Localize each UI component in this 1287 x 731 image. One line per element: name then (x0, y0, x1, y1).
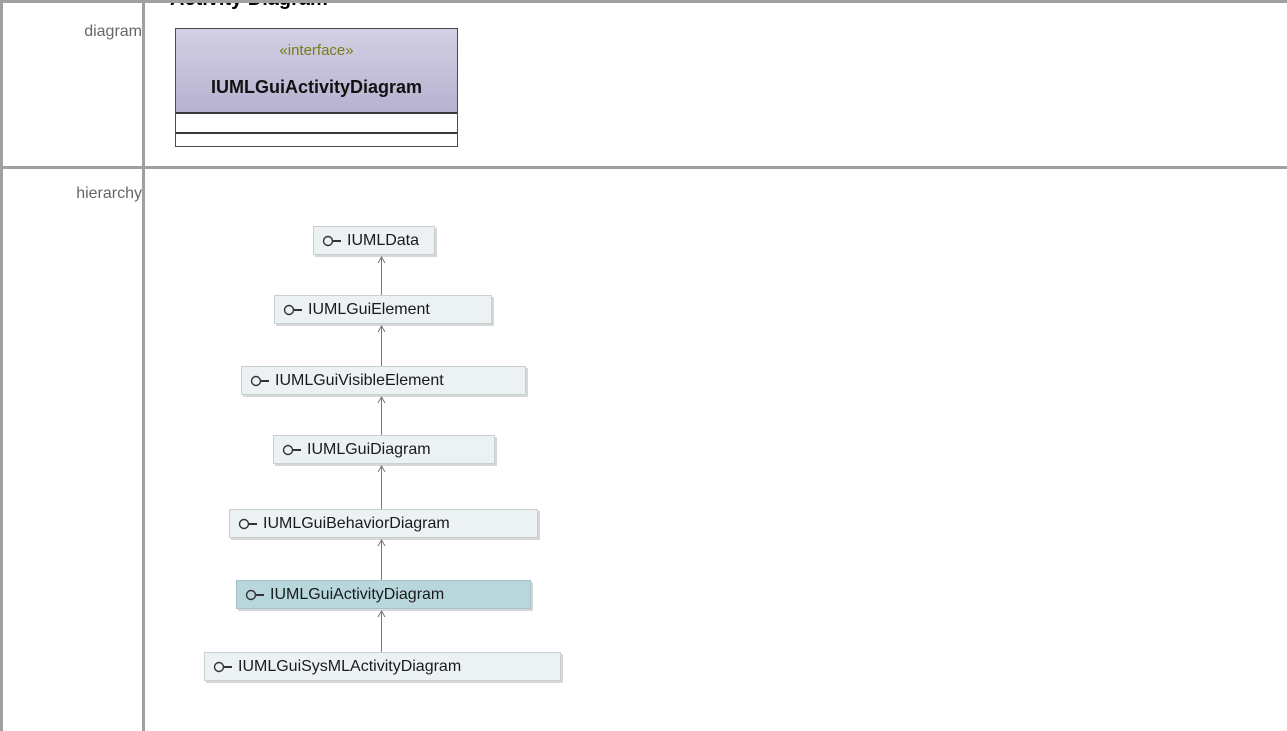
hierarchy-node-label: IUMLGuiSysMLActivityDiagram (238, 658, 462, 675)
generalization-arrow (377, 539, 386, 580)
hierarchy-node-label: IUMLData (347, 232, 420, 249)
hierarchy-node[interactable]: IUMLGuiDiagram (273, 435, 495, 464)
hierarchy-node-label: IUMLGuiVisibleElement (275, 372, 444, 389)
hierarchy-node-label: IUMLGuiBehaviorDiagram (263, 515, 450, 532)
hierarchy-node[interactable]: IUMLGuiBehaviorDiagram (229, 509, 538, 538)
interface-lollipop-icon (322, 235, 341, 247)
generalization-arrow (377, 465, 386, 509)
diagram-row-label: diagram (84, 23, 142, 40)
hierarchy-node[interactable]: IUMLGuiElement (274, 295, 492, 324)
hierarchy-node-label: IUMLGuiActivityDiagram (270, 586, 445, 603)
interface-lollipop-icon (213, 661, 232, 673)
column-separator (142, 0, 145, 731)
interface-lollipop-icon (283, 304, 302, 316)
generalization-arrow (377, 256, 386, 295)
hierarchy-node[interactable]: IUMLGuiSysMLActivityDiagram (204, 652, 561, 681)
interface-lollipop-icon (282, 444, 301, 456)
table-left-border (0, 0, 3, 731)
interface-name: IUMLGuiActivityDiagram (210, 77, 423, 97)
interface-header: «interface» IUMLGuiActivityDiagram (176, 29, 457, 114)
hierarchy-node[interactable]: IUMLGuiVisibleElement (241, 366, 526, 395)
generalization-arrow (377, 396, 386, 435)
hierarchy-node[interactable]: IUMLData (313, 226, 435, 255)
table-top-border (0, 0, 1287, 3)
interface-lollipop-icon (238, 518, 257, 530)
generalization-arrow (377, 325, 386, 366)
interface-lollipop-icon (245, 589, 264, 601)
interface-classifier[interactable]: «interface» IUMLGuiActivityDiagram (175, 28, 458, 147)
hierarchy-row-label: hierarchy (76, 185, 142, 202)
hierarchy-node[interactable]: IUMLGuiActivityDiagram (236, 580, 531, 609)
row-separator (0, 166, 1287, 169)
hierarchy-node-label: IUMLGuiDiagram (307, 441, 431, 458)
hierarchy-node-label: IUMLGuiElement (308, 301, 430, 318)
interface-lollipop-icon (250, 375, 269, 387)
interface-stereotype: «interface» (279, 42, 354, 59)
generalization-arrow (377, 610, 386, 652)
attributes-compartment (176, 114, 457, 134)
